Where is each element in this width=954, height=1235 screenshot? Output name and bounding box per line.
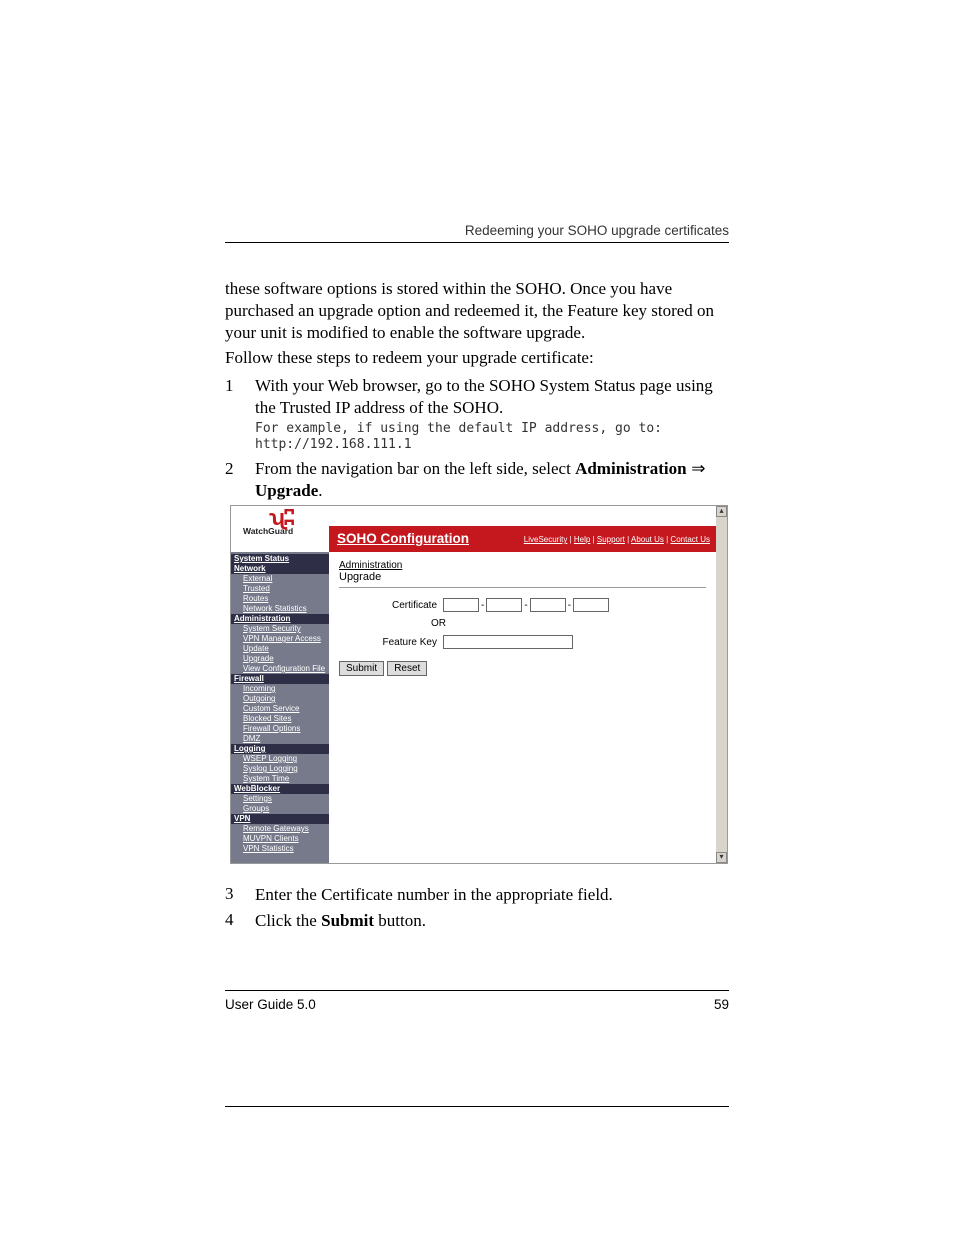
step-2-arrow-icon: ⇒ — [687, 459, 706, 478]
step-1-note: For example, if using the default IP add… — [255, 421, 729, 455]
step-2-tail: . — [318, 481, 322, 500]
step-2-text-a: From the navigation bar on the left side… — [255, 459, 575, 478]
step-4-bold: Submit — [321, 911, 374, 930]
sidebar-system-security[interactable]: System Security — [231, 624, 329, 634]
sidebar-vpn[interactable]: VPN — [231, 814, 329, 824]
sidebar-muvpn-clients[interactable]: MUVPN Clients — [231, 834, 329, 844]
sidebar-firewall-options[interactable]: Firewall Options — [231, 724, 329, 734]
content-panel: Administration Upgrade Certificate - - - O… — [329, 552, 716, 863]
step-3-text: Enter the Certificate number in the appr… — [255, 884, 729, 906]
certificate-label: Certificate — [339, 600, 443, 611]
sidebar-outgoing[interactable]: Outgoing — [231, 694, 329, 704]
submit-button[interactable] — [339, 661, 384, 676]
sidebar-logging[interactable]: Logging — [231, 744, 329, 754]
page-title: Upgrade — [339, 571, 706, 583]
step-4-text-b: button. — [374, 911, 426, 930]
topbar: ʯʭ WatchGuard SOHO Configuration LiveSec… — [231, 506, 716, 552]
banner-title: SOHO Configuration — [337, 531, 469, 546]
logo-icon: ʯʭ — [269, 510, 293, 526]
certificate-field-1[interactable] — [443, 598, 479, 612]
divider — [339, 587, 706, 588]
sidebar-blocked-sites[interactable]: Blocked Sites — [231, 714, 329, 724]
footer-rule — [225, 990, 729, 991]
paragraph-2: Follow these steps to redeem your upgrad… — [225, 347, 729, 369]
feature-key-label: Feature Key — [339, 637, 443, 648]
bottom-rule — [225, 1106, 729, 1107]
body-text-block: these software options is stored within … — [225, 278, 729, 525]
sidebar-firewall[interactable]: Firewall — [231, 674, 329, 684]
banner-links: LiveSecurity | Help | Support | About Us… — [524, 535, 710, 544]
reset-button[interactable] — [387, 661, 427, 676]
step-1: 1 With your Web browser, go to the SOHO … — [225, 375, 729, 454]
step-4: 4 Click the Submit button. — [225, 910, 729, 932]
sidebar-trusted[interactable]: Trusted — [231, 584, 329, 594]
footer-page-number: 59 — [714, 997, 729, 1012]
sidebar-administration[interactable]: Administration — [231, 614, 329, 624]
feature-key-field[interactable] — [443, 635, 573, 649]
sidebar-view-config-file[interactable]: View Configuration File — [231, 664, 329, 674]
sidebar-remote-gateways[interactable]: Remote Gateways — [231, 824, 329, 834]
step-3: 3 Enter the Certificate number in the ap… — [225, 884, 729, 906]
certificate-field-2[interactable] — [486, 598, 522, 612]
sidebar-syslog-logging[interactable]: Syslog Logging — [231, 764, 329, 774]
step-3-number: 3 — [225, 884, 255, 906]
sidebar-webblocker[interactable]: WebBlocker — [231, 784, 329, 794]
sidebar-system-status[interactable]: System Status — [231, 554, 329, 564]
step-1-number: 1 — [225, 375, 255, 454]
sidebar-wsep-logging[interactable]: WSEP Logging — [231, 754, 329, 764]
sidebar-network[interactable]: Network — [231, 564, 329, 574]
sidebar-custom-service[interactable]: Custom Service — [231, 704, 329, 714]
step-1-text: With your Web browser, go to the SOHO Sy… — [255, 376, 713, 417]
link-support[interactable]: Support — [597, 535, 625, 544]
step-4-text-a: Click the — [255, 911, 321, 930]
dash-3: - — [566, 600, 573, 611]
sidebar-external[interactable]: External — [231, 574, 329, 584]
feature-key-row: Feature Key — [339, 635, 706, 649]
sidebar-system-time[interactable]: System Time — [231, 774, 329, 784]
step-2-bold-a: Administration — [575, 459, 686, 478]
dash-2: - — [522, 600, 529, 611]
breadcrumb[interactable]: Administration — [339, 560, 706, 571]
footer-left: User Guide 5.0 — [225, 997, 316, 1012]
sidebar-routes[interactable]: Routes — [231, 594, 329, 604]
sidebar-upgrade[interactable]: Upgrade — [231, 654, 329, 664]
link-help[interactable]: Help — [574, 535, 590, 544]
certificate-field-4[interactable] — [573, 598, 609, 612]
scroll-down-button[interactable]: ▾ — [716, 852, 727, 863]
watchguard-logo: ʯʭ WatchGuard — [243, 510, 293, 536]
running-header: Redeeming your SOHO upgrade certificates — [465, 223, 729, 238]
sidebar-incoming[interactable]: Incoming — [231, 684, 329, 694]
sidebar: System Status Network External Trusted R… — [231, 552, 329, 863]
link-livesecurity[interactable]: LiveSecurity — [524, 535, 568, 544]
step-2-bold-b: Upgrade — [255, 481, 318, 500]
or-label: OR — [339, 618, 706, 629]
certificate-field-3[interactable] — [530, 598, 566, 612]
certificate-row: Certificate - - - — [339, 598, 706, 612]
embedded-screenshot: ▴ ▾ ʯʭ WatchGuard SOHO Configuration Liv… — [230, 505, 728, 864]
post-screenshot-steps: 3 Enter the Certificate number in the ap… — [225, 878, 729, 936]
link-about[interactable]: About Us — [631, 535, 664, 544]
button-row — [339, 661, 706, 676]
sidebar-network-statistics[interactable]: Network Statistics — [231, 604, 329, 614]
scroll-up-button[interactable]: ▴ — [716, 506, 727, 517]
sidebar-update[interactable]: Update — [231, 644, 329, 654]
banner: SOHO Configuration LiveSecurity | Help |… — [329, 526, 716, 552]
step-4-number: 4 — [225, 910, 255, 932]
logo-text: WatchGuard — [243, 526, 293, 536]
paragraph-1: these software options is stored within … — [225, 278, 729, 343]
link-contact[interactable]: Contact Us — [670, 535, 710, 544]
dash-1: - — [479, 600, 486, 611]
sidebar-groups[interactable]: Groups — [231, 804, 329, 814]
sidebar-dmz[interactable]: DMZ — [231, 734, 329, 744]
sidebar-vpn-manager-access[interactable]: VPN Manager Access — [231, 634, 329, 644]
header-rule — [225, 242, 729, 243]
sidebar-vpn-statistics[interactable]: VPN Statistics — [231, 844, 329, 854]
scrollbar-track[interactable]: ▴ ▾ — [715, 506, 727, 863]
sidebar-settings[interactable]: Settings — [231, 794, 329, 804]
